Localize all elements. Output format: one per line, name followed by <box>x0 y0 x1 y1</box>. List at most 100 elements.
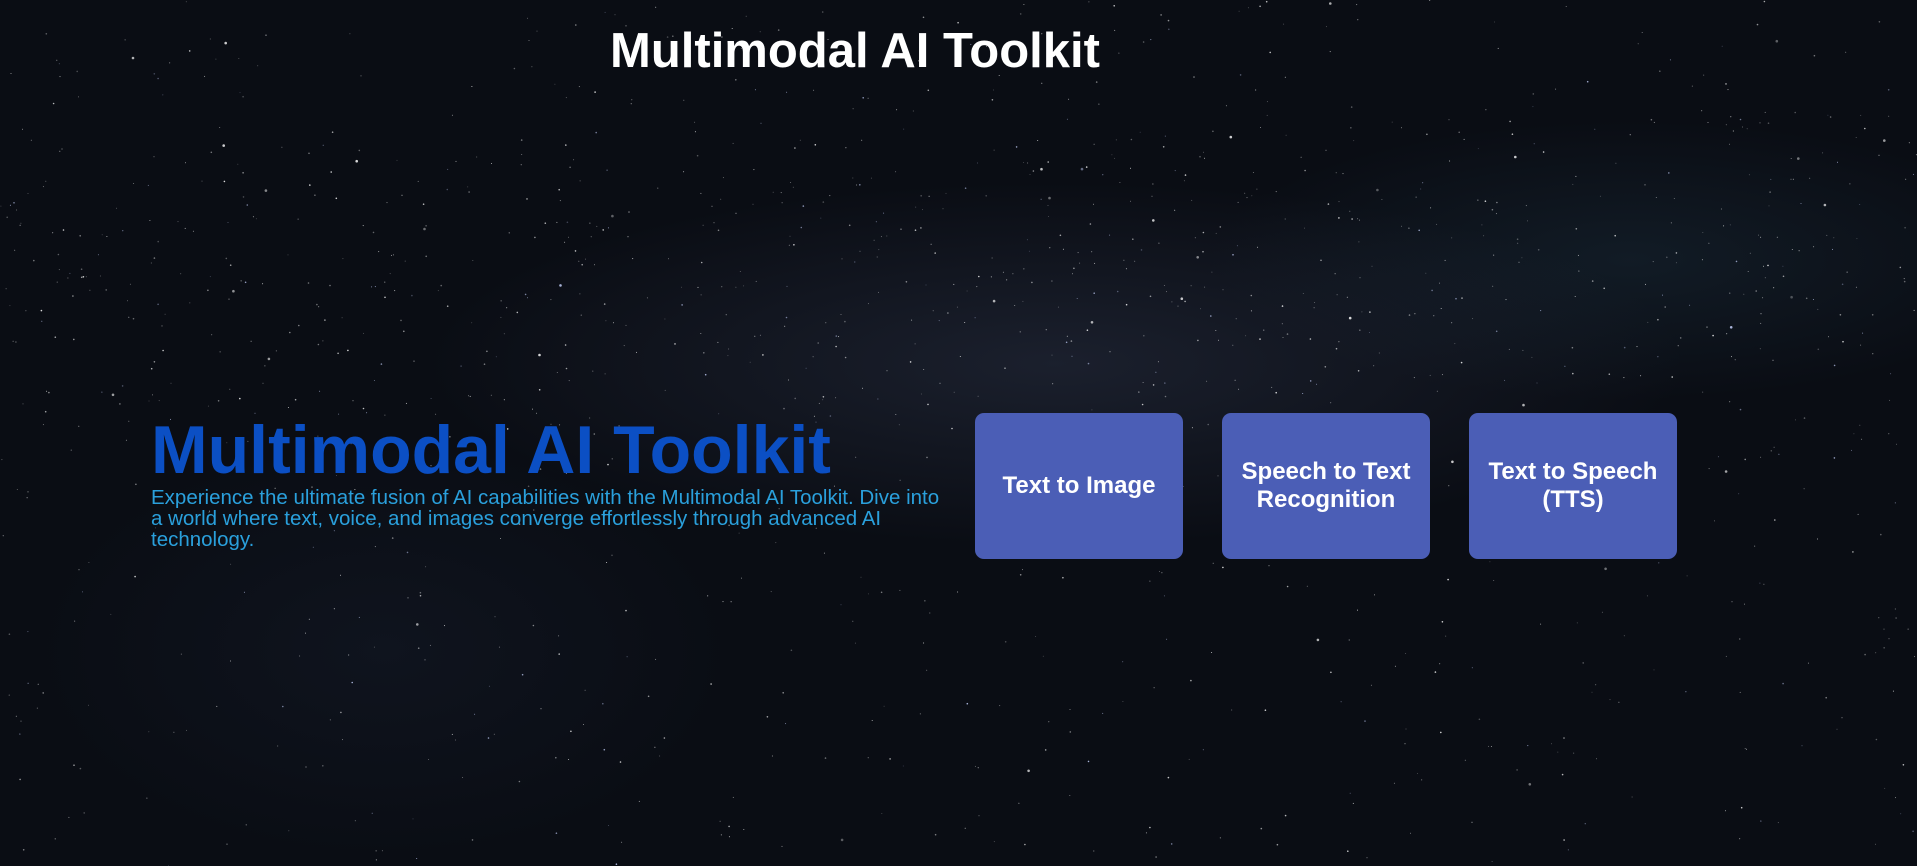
star <box>27 631 29 633</box>
star <box>655 658 657 660</box>
star <box>1066 118 1068 120</box>
star <box>818 402 820 404</box>
star <box>42 692 44 694</box>
star <box>1284 814 1287 817</box>
star <box>1516 238 1519 240</box>
star <box>1359 329 1361 332</box>
star <box>516 311 519 314</box>
star <box>1174 170 1176 172</box>
star <box>1677 345 1679 347</box>
star <box>739 271 741 272</box>
star <box>852 177 854 179</box>
star <box>1155 371 1157 373</box>
star <box>52 102 55 105</box>
star <box>58 269 60 271</box>
star <box>1522 349 1524 351</box>
star <box>1797 157 1800 160</box>
star <box>1004 367 1006 370</box>
star <box>700 192 702 194</box>
star <box>732 142 734 144</box>
star <box>934 252 936 254</box>
star <box>1463 138 1465 140</box>
star <box>48 391 50 394</box>
text-to-speech-card[interactable]: Text to Speech (TTS) <box>1469 413 1677 559</box>
star <box>1093 850 1095 852</box>
star <box>556 372 558 373</box>
star <box>1348 316 1352 320</box>
star <box>1857 513 1859 515</box>
star <box>914 229 917 231</box>
star <box>1401 127 1402 129</box>
star <box>626 656 628 658</box>
speech-to-text-card[interactable]: Speech to Text Recognition <box>1222 413 1430 559</box>
star <box>428 759 430 760</box>
star <box>1576 622 1578 624</box>
star <box>471 839 474 841</box>
star <box>1391 121 1393 123</box>
star <box>848 224 851 227</box>
star <box>239 92 241 94</box>
star <box>440 284 443 287</box>
star <box>147 184 149 186</box>
star <box>1350 127 1352 129</box>
star <box>129 283 131 285</box>
star <box>211 334 213 336</box>
star <box>121 385 124 387</box>
star <box>1394 665 1396 667</box>
star <box>486 350 488 353</box>
star <box>67 277 69 279</box>
star <box>2 535 4 537</box>
star <box>583 724 584 725</box>
star <box>977 767 979 769</box>
star <box>207 405 209 407</box>
star <box>1782 275 1785 278</box>
star <box>1738 493 1740 495</box>
star <box>1340 701 1342 703</box>
star <box>945 192 947 194</box>
star <box>133 183 135 184</box>
star <box>594 264 595 266</box>
star <box>566 221 569 224</box>
star <box>1636 346 1638 348</box>
star <box>1282 337 1284 338</box>
star <box>1420 188 1422 190</box>
star <box>1521 257 1523 259</box>
star <box>1601 611 1603 613</box>
star <box>1027 162 1029 164</box>
star <box>1361 311 1363 313</box>
star <box>468 191 470 193</box>
star <box>12 340 14 342</box>
star <box>1196 255 1199 259</box>
star <box>1645 283 1646 285</box>
star <box>1743 293 1745 295</box>
star <box>1190 285 1192 287</box>
star <box>444 625 445 627</box>
star <box>1164 395 1167 398</box>
star <box>264 189 268 192</box>
star <box>1330 402 1332 404</box>
star <box>1495 330 1498 333</box>
star <box>786 285 788 287</box>
star <box>158 400 160 402</box>
star <box>358 616 360 618</box>
star <box>329 284 331 287</box>
star <box>578 260 580 262</box>
star <box>788 379 789 381</box>
star <box>180 653 182 655</box>
star <box>1782 265 1784 267</box>
star <box>1125 268 1127 270</box>
star <box>1744 458 1746 461</box>
star <box>565 97 567 99</box>
star <box>1184 300 1186 303</box>
star <box>1563 737 1565 739</box>
star <box>1903 280 1906 283</box>
star <box>844 320 846 323</box>
star <box>991 99 994 101</box>
star <box>294 398 297 401</box>
star <box>287 254 289 256</box>
star <box>1755 290 1757 292</box>
star <box>232 289 235 293</box>
star <box>287 407 289 408</box>
text-to-image-card[interactable]: Text to Image <box>975 413 1183 559</box>
star <box>1035 636 1037 637</box>
